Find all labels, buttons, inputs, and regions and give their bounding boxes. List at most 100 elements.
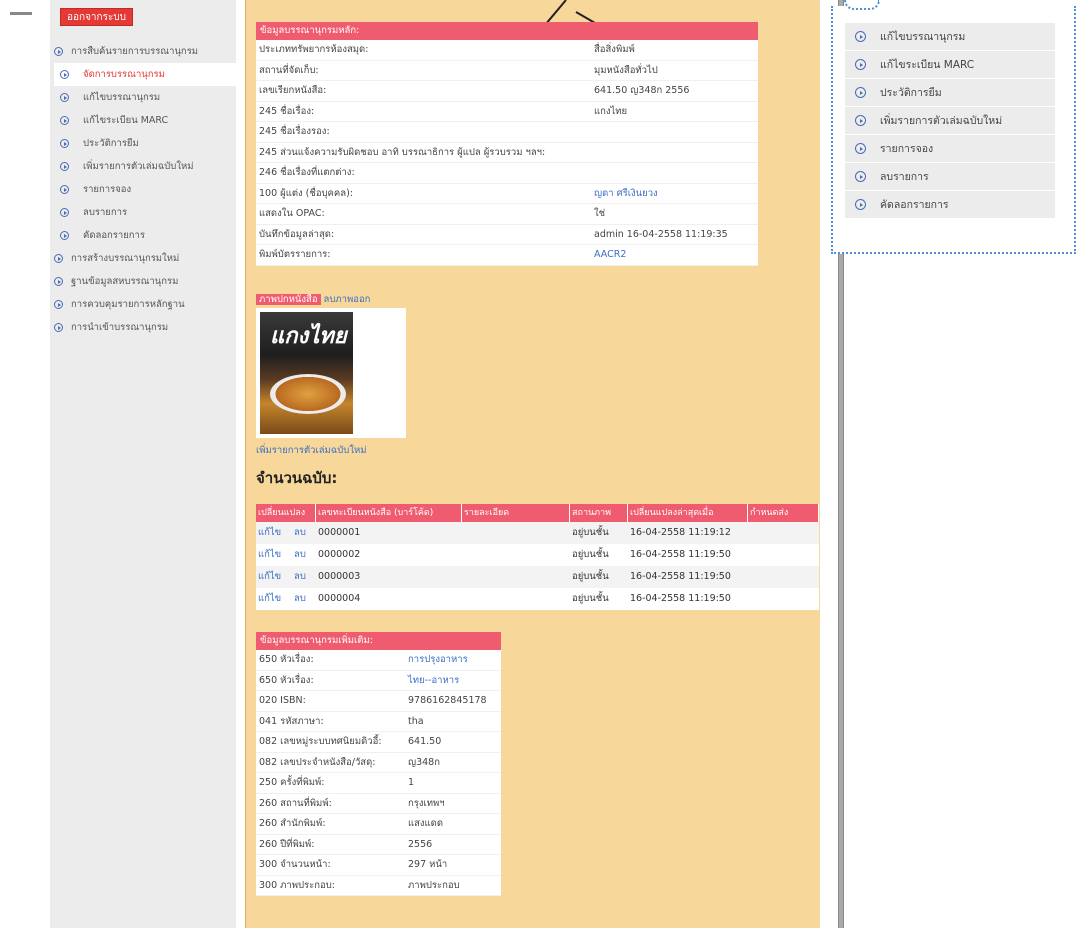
sidebar-item[interactable]: รายการจอง <box>54 178 236 201</box>
cover-box: แกงไทย <box>256 308 406 438</box>
popup-menu-item[interactable]: ลบรายการ <box>845 163 1055 191</box>
field-label: 245 ชื่อเรื่องรอง: <box>259 126 330 137</box>
field-row: 650 หัวเรื่อง: การปรุงอาหาร <box>256 650 501 671</box>
field-value: กรุงเทพฯ <box>408 797 445 809</box>
popup-menu-label: รายการจอง <box>880 142 934 155</box>
field-value[interactable]: ไทย--อาหาร <box>408 671 501 691</box>
delete-copy-link[interactable]: ลบ <box>292 566 316 588</box>
delete-copy-link[interactable]: ลบ <box>292 522 316 544</box>
edit-copy-link[interactable]: แก้ไข <box>256 588 292 610</box>
sidebar-item[interactable]: ลบรายการ <box>54 201 236 224</box>
field-label: 246 ชื่อเรื่องที่แตกต่าง: <box>259 167 355 178</box>
arrow-bullet-icon <box>60 139 69 148</box>
sidebar-item[interactable]: คัดลอกรายการ <box>54 224 236 247</box>
field-row: 260 สำนักพิมพ์: แสงแดด <box>256 814 501 835</box>
field-row: 250 ครั้งที่พิมพ์: 1 <box>256 773 501 794</box>
field-label: พิมพ์บัตรรายการ: <box>259 249 331 260</box>
sidebar-item[interactable]: ประวัติการยืม <box>54 132 236 155</box>
field-value[interactable]: การปรุงอาหาร <box>408 650 501 670</box>
field-row: แสดงใน OPAC: ใช่ <box>256 204 758 225</box>
field-value[interactable]: ญดา ศรีเงินยวง <box>594 184 758 204</box>
extra-bib-panel: ข้อมูลบรรณานุกรมเพิ่มเติม: 650 หัวเรื่อง… <box>256 632 501 896</box>
updated-cell: 16-04-2558 11:19:12 <box>630 527 731 538</box>
cover-title-text: แกงไทย <box>270 323 347 349</box>
edit-copy-link[interactable]: แก้ไข <box>256 566 292 588</box>
sidebar-item-label: แก้ไขระเบียน MARC <box>83 115 169 126</box>
sidebar-item-label: เพิ่มรายการตัวเล่มฉบับใหม่ <box>83 161 194 172</box>
delete-cover-link[interactable]: ลบภาพออก <box>321 294 374 305</box>
table-row: แก้ไข ลบ 0000002 อยู่บนชั้น 16-04-2558 11:19… <box>256 544 819 566</box>
field-label: 300 จำนวนหน้า: <box>259 859 331 870</box>
field-label: 300 ภาพประกอบ: <box>259 879 335 891</box>
status-cell: อยู่บนชั้น <box>572 549 609 560</box>
updated-cell: 16-04-2558 11:19:50 <box>630 593 731 604</box>
edit-copy-link[interactable]: แก้ไข <box>256 522 292 544</box>
sidebar-item[interactable]: แก้ไขระเบียน MARC <box>54 109 236 132</box>
main-bib-header: ข้อมูลบรรณานุกรมหลัก: <box>256 22 758 40</box>
popup-menu-label: ลบรายการ <box>880 170 929 183</box>
field-row: 245 ชื่อเรื่องรอง: <box>256 122 758 143</box>
popup-menu-item[interactable]: แก้ไขระเบียน MARC <box>845 51 1055 79</box>
field-label: 260 สถานที่พิมพ์: <box>259 797 332 809</box>
logout-button[interactable]: ออกจากระบบ <box>60 8 134 26</box>
due-cell <box>748 566 816 588</box>
add-copy-link[interactable]: เพิ่มรายการตัวเล่มฉบับใหม่ <box>256 443 367 458</box>
updated-cell: 16-04-2558 11:19:50 <box>630 549 731 560</box>
field-label: 041 รหัสภาษา: <box>259 715 324 727</box>
sidebar-item-label: ประวัติการยืม <box>83 138 139 149</box>
arrow-bullet-icon <box>60 185 69 194</box>
field-value: 2556 <box>408 838 433 850</box>
popup-menu-label: แก้ไขบรรณานุกรม <box>880 30 966 43</box>
field-value <box>594 122 758 142</box>
field-value: 297 หน้า <box>408 859 448 870</box>
field-row: เลขเรียกหนังสือ: 641.50 ญ348ก 2556 <box>256 81 758 102</box>
field-value: 641.50 <box>408 736 442 747</box>
field-value: สื่อสิ่งพิมพ์ <box>594 44 635 55</box>
arrow-bullet-icon <box>60 116 69 125</box>
field-label: ประเภททรัพยากรห้องสมุด: <box>259 44 369 55</box>
popup-menu-item[interactable]: ประวัติการยืม <box>845 79 1055 107</box>
sidebar-item[interactable]: การสืบค้นรายการบรรณานุกรม <box>54 40 236 63</box>
sidebar-item-label: ลบรายการ <box>83 207 128 218</box>
status-cell: อยู่บนชั้น <box>572 593 609 604</box>
field-row: 020 ISBN: 9786162845178 <box>256 691 501 712</box>
main-bib-panel: ข้อมูลบรรณานุกรมหลัก: ประเภททรัพยากรห้อง… <box>256 22 758 266</box>
sidebar-item[interactable]: การนำเข้าบรรณานุกรม <box>54 316 236 339</box>
sidebar-item[interactable]: ฐานข้อมูลสหบรรณานุกรม <box>54 270 236 293</box>
field-label: สถานที่จัดเก็บ: <box>259 64 319 76</box>
sidebar-item-label: การนำเข้าบรรณานุกรม <box>71 322 169 333</box>
sidebar-item[interactable]: แก้ไขบรรณานุกรม <box>54 86 236 109</box>
barcode-cell: 0000003 <box>318 571 361 582</box>
edit-copy-link[interactable]: แก้ไข <box>256 544 292 566</box>
barcode-cell: 0000001 <box>318 527 361 538</box>
updated-cell: 16-04-2558 11:19:50 <box>630 571 731 582</box>
sidebar-item[interactable]: จัดการบรรณานุกรม <box>54 63 236 86</box>
field-value[interactable]: AACR2 <box>594 245 758 265</box>
field-label: 250 ครั้งที่พิมพ์: <box>259 777 325 788</box>
arrow-bullet-icon <box>855 31 866 42</box>
field-value: แกงไทย <box>594 105 628 117</box>
field-row: 260 ปีที่พิมพ์: 2556 <box>256 835 501 855</box>
sidebar-item-label: แก้ไขบรรณานุกรม <box>83 92 161 103</box>
popup-menu-item[interactable]: แก้ไขบรรณานุกรม <box>845 23 1055 51</box>
field-row: 246 ชื่อเรื่องที่แตกต่าง: <box>256 163 758 184</box>
column-header: กำหนดส่ง <box>748 504 819 522</box>
field-row: 082 เลขหมู่ระบบทศนิยมดิวอี้: 641.50 <box>256 732 501 753</box>
cover-tab[interactable]: ภาพปกหนังสือ <box>256 294 321 305</box>
arrow-bullet-icon <box>855 87 866 98</box>
popup-menu-item[interactable]: รายการจอง <box>845 135 1055 163</box>
arrow-bullet-icon <box>54 254 63 263</box>
field-label: แสดงใน OPAC: <box>259 208 325 219</box>
popup-menu-item[interactable]: คัดลอกรายการ <box>845 191 1055 219</box>
sidebar-menu: การสืบค้นรายการบรรณานุกรมจัดการบรรณานุกร… <box>54 40 236 339</box>
sidebar-item[interactable]: การสร้างบรรณานุกรมใหม่ <box>54 247 236 270</box>
sidebar-item[interactable]: เพิ่มรายการตัวเล่มฉบับใหม่ <box>54 155 236 178</box>
delete-copy-link[interactable]: ลบ <box>292 588 316 610</box>
field-label: บันทึกข้อมูลล่าสุด: <box>259 228 335 240</box>
sidebar-item-label: จัดการบรรณานุกรม <box>83 69 165 80</box>
delete-copy-link[interactable]: ลบ <box>292 544 316 566</box>
field-value: ใช่ <box>594 208 606 219</box>
popup-menu-item[interactable]: เพิ่มรายการตัวเล่มฉบับใหม่ <box>845 107 1055 135</box>
sidebar-item-label: การสร้างบรรณานุกรมใหม่ <box>71 253 180 264</box>
sidebar-item[interactable]: การควบคุมรายการหลักฐาน <box>54 293 236 316</box>
